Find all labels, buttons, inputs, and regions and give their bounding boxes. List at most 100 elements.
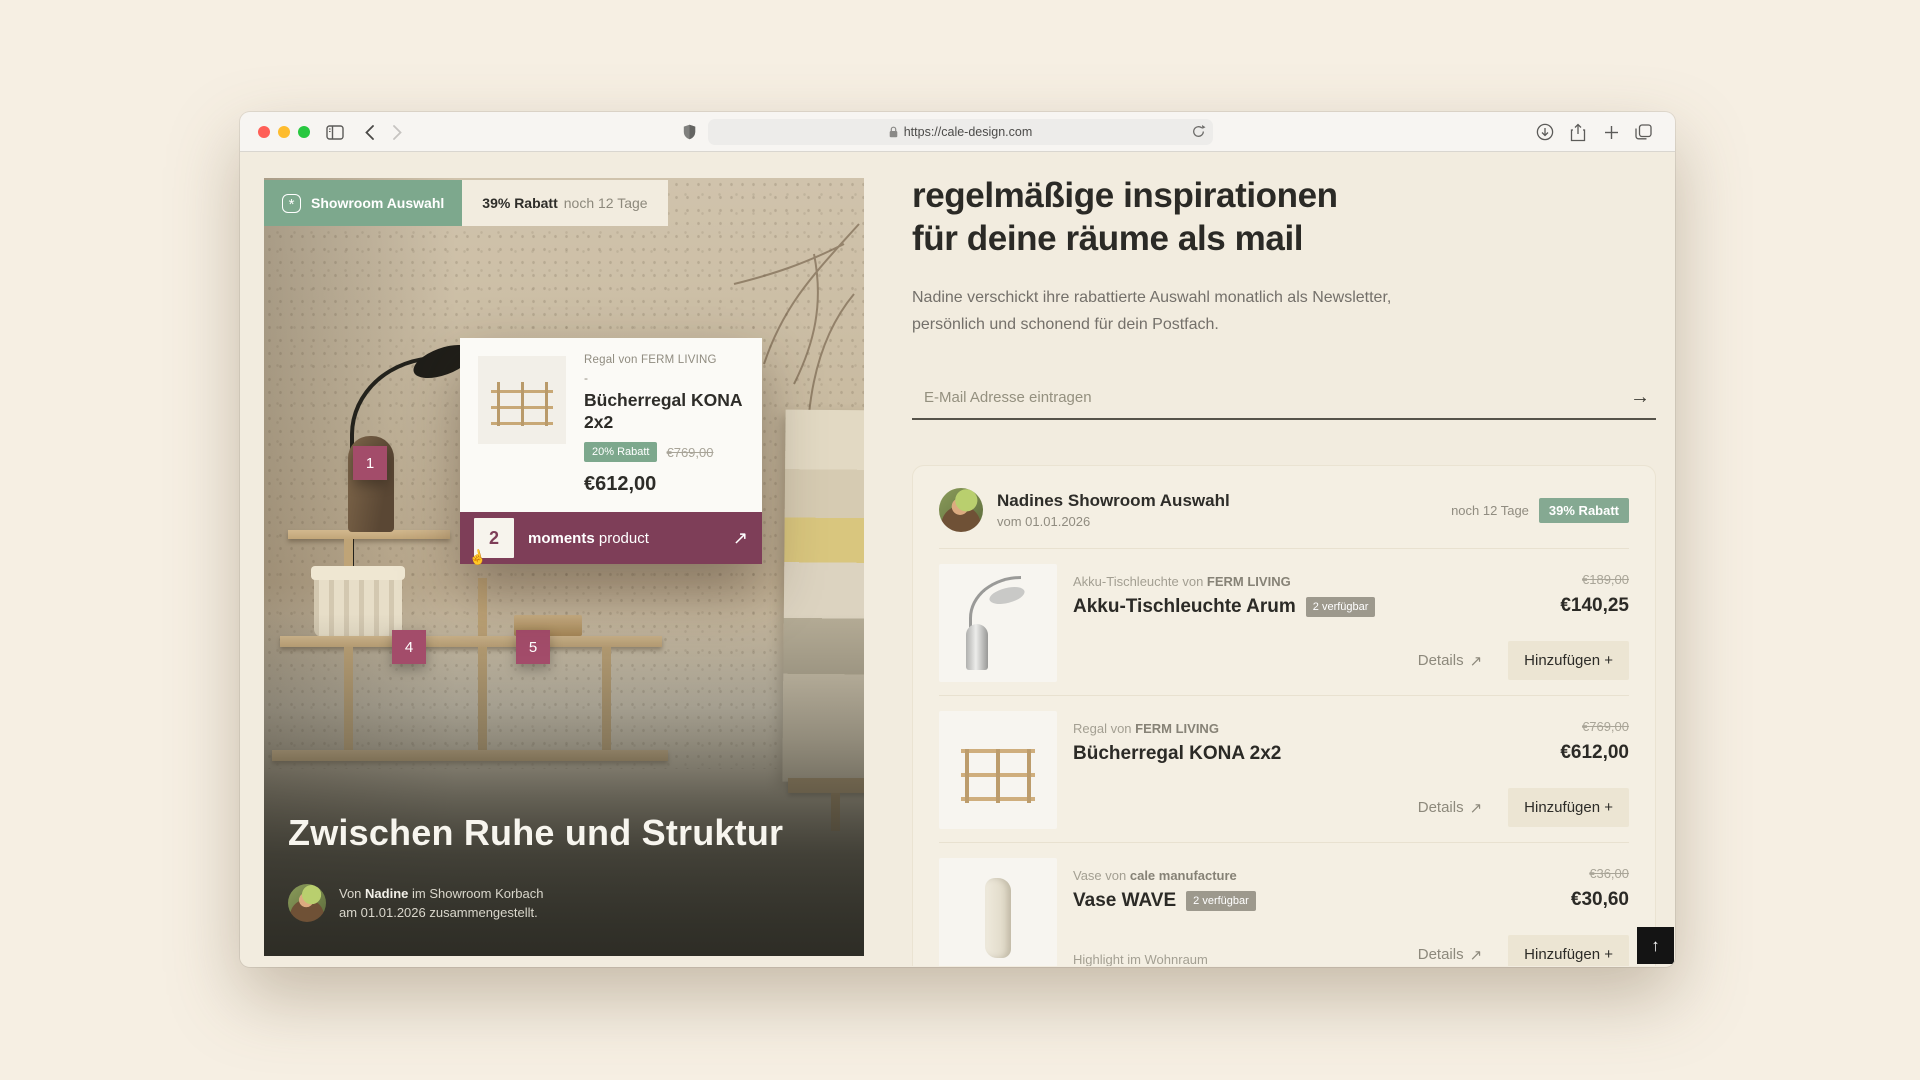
page-title: regelmäßige inspirationen für deine räum… bbox=[912, 174, 1338, 260]
availability-badge: 2 verfügbar bbox=[1306, 597, 1376, 617]
share-icon[interactable] bbox=[1567, 121, 1589, 143]
newsletter-description: Nadine verschickt ihre rabattierte Auswa… bbox=[912, 284, 1398, 338]
row-product-name: Akku-Tischleuchte Arum bbox=[1073, 596, 1296, 618]
zoom-window-button[interactable] bbox=[298, 126, 310, 138]
product-hotspot-4[interactable]: 4 bbox=[392, 630, 426, 664]
availability-badge: 2 verfügbar bbox=[1186, 891, 1256, 911]
row-old-price: €769,00 bbox=[1560, 719, 1629, 734]
popup-dash: - bbox=[584, 371, 744, 385]
product-popup-card[interactable]: Regal von FERM LIVING - Bücherregal KONA… bbox=[460, 338, 762, 564]
curator-avatar bbox=[288, 884, 326, 922]
sidebar-icon[interactable] bbox=[324, 121, 346, 143]
row-brand-prefix: Akku-Tischleuchte von bbox=[1073, 574, 1207, 589]
minimize-window-button[interactable] bbox=[278, 126, 290, 138]
popup-old-price: €769,00 bbox=[666, 445, 713, 460]
details-link[interactable]: Details ↗ bbox=[1418, 946, 1482, 964]
moments-label-rest: product bbox=[595, 530, 649, 547]
row-old-price: €36,00 bbox=[1571, 866, 1629, 881]
showroom-selection-card: Nadines Showroom Auswahl vom 01.01.2026 … bbox=[912, 465, 1656, 966]
reload-icon[interactable] bbox=[1191, 124, 1206, 139]
moments-product-bar[interactable]: 2 ☝ moments product ↗ bbox=[460, 512, 762, 564]
showroom-badge: * Showroom Auswahl bbox=[264, 180, 462, 226]
popup-price: €612,00 bbox=[584, 473, 744, 496]
selection-title: Nadines Showroom Auswahl bbox=[997, 491, 1230, 511]
browser-toolbar: https://cale-design.com bbox=[240, 112, 1675, 152]
page-title-line2: für deine räume als mail bbox=[912, 217, 1338, 260]
url-text: https://cale-design.com bbox=[904, 125, 1033, 139]
back-icon[interactable] bbox=[358, 121, 380, 143]
external-link-icon[interactable]: ↗ bbox=[733, 529, 748, 547]
byline-prefix: Von bbox=[339, 886, 365, 901]
details-label: Details bbox=[1418, 799, 1464, 816]
row-price: €140,25 bbox=[1560, 595, 1629, 617]
details-label: Details bbox=[1418, 946, 1464, 963]
product-thumbnail-vase bbox=[939, 858, 1057, 966]
moments-label-bold: moments bbox=[528, 530, 595, 547]
row-price: €30,60 bbox=[1571, 889, 1629, 911]
details-link[interactable]: Details ↗ bbox=[1418, 799, 1482, 817]
popup-product-name: Bücherregal KONA 2x2 bbox=[584, 389, 744, 433]
showroom-hero-image: * Showroom Auswahl 39% Rabatt noch 12 Ta… bbox=[264, 178, 864, 956]
tabs-icon[interactable] bbox=[1632, 121, 1654, 143]
forward-icon[interactable] bbox=[386, 121, 408, 143]
product-thumbnail-lamp bbox=[939, 564, 1057, 682]
arrow-up-icon: ↑ bbox=[1651, 936, 1660, 956]
lock-icon bbox=[889, 126, 898, 138]
selection-header: Nadines Showroom Auswahl vom 01.01.2026 … bbox=[939, 466, 1629, 548]
moments-count-box: 2 ☝ bbox=[474, 518, 514, 558]
external-link-icon: ↗ bbox=[1470, 799, 1483, 817]
close-window-button[interactable] bbox=[258, 126, 270, 138]
row-brand-prefix: Regal von bbox=[1073, 721, 1135, 736]
product-hotspot-5[interactable]: 5 bbox=[516, 630, 550, 664]
byline-line2: am 01.01.2026 zusammengestellt. bbox=[339, 903, 544, 922]
row-brand: cale manufacture bbox=[1130, 868, 1237, 883]
details-link[interactable]: Details ↗ bbox=[1418, 652, 1482, 670]
address-bar[interactable]: https://cale-design.com bbox=[708, 119, 1213, 145]
row-price: €612,00 bbox=[1560, 742, 1629, 764]
newsletter-column: regelmäßige inspirationen für deine räum… bbox=[912, 152, 1656, 966]
product-row-arum: Akku-Tischleuchte von FERM LIVING Akku-T… bbox=[939, 548, 1629, 695]
product-thumbnail-shelf bbox=[939, 711, 1057, 829]
popup-brand-line: Regal von FERM LIVING bbox=[584, 354, 744, 366]
discount-days: noch 12 Tage bbox=[564, 195, 648, 211]
selection-days-left: noch 12 Tage bbox=[1451, 503, 1529, 518]
product-note: Highlight im Wohnraum bbox=[1073, 952, 1208, 966]
product-hotspot-1[interactable]: 1 bbox=[353, 446, 387, 480]
discount-percent: 39% Rabatt bbox=[482, 195, 557, 211]
hero-badges: * Showroom Auswahl 39% Rabatt noch 12 Ta… bbox=[264, 180, 668, 226]
moments-count: 2 bbox=[489, 528, 499, 549]
shelf-thumbnail-drawing bbox=[491, 382, 553, 420]
product-popup-body: Regal von FERM LIVING - Bücherregal KONA… bbox=[460, 338, 762, 512]
row-old-price: €189,00 bbox=[1560, 572, 1629, 587]
product-row-kona: Regal von FERM LIVING Bücherregal KONA 2… bbox=[939, 695, 1629, 842]
scroll-to-top-button[interactable]: ↑ bbox=[1637, 927, 1674, 964]
row-brand: FERM LIVING bbox=[1135, 721, 1219, 736]
external-link-icon: ↗ bbox=[1470, 946, 1483, 964]
add-to-cart-button[interactable]: Hinzufügen + bbox=[1508, 788, 1629, 827]
hero-byline: Von Nadine im Showroom Korbach am 01.01.… bbox=[288, 884, 544, 922]
shield-icon[interactable] bbox=[678, 121, 700, 143]
row-product-name: Vase WAVE bbox=[1073, 890, 1176, 912]
row-brand: FERM LIVING bbox=[1207, 574, 1291, 589]
details-label: Details bbox=[1418, 652, 1464, 669]
row-product-name: Bücherregal KONA 2x2 bbox=[1073, 743, 1281, 765]
selection-date: vom 01.01.2026 bbox=[997, 514, 1230, 529]
newsletter-signup-row: → bbox=[912, 376, 1656, 420]
hero-title: Zwischen Ruhe und Struktur bbox=[288, 812, 783, 854]
external-link-icon: ↗ bbox=[1470, 652, 1483, 670]
product-popup-thumbnail bbox=[478, 356, 566, 444]
email-input[interactable] bbox=[912, 389, 1630, 406]
add-to-cart-button[interactable]: Hinzufügen + bbox=[1508, 641, 1629, 680]
selection-discount-badge: 39% Rabatt bbox=[1539, 498, 1629, 523]
new-tab-icon[interactable] bbox=[1600, 121, 1622, 143]
download-icon[interactable] bbox=[1534, 121, 1556, 143]
submit-arrow-icon[interactable]: → bbox=[1630, 386, 1656, 409]
browser-window: https://cale-design.com bbox=[240, 112, 1675, 967]
add-to-cart-button[interactable]: Hinzufügen + bbox=[1508, 935, 1629, 966]
discount-badge: 39% Rabatt noch 12 Tage bbox=[462, 180, 667, 226]
byline-name: Nadine bbox=[365, 886, 408, 901]
byline-middle: im Showroom Korbach bbox=[408, 886, 543, 901]
popup-discount-badge: 20% Rabatt bbox=[584, 442, 657, 462]
row-brand-prefix: Vase von bbox=[1073, 868, 1130, 883]
showroom-badge-label: Showroom Auswahl bbox=[311, 195, 444, 211]
